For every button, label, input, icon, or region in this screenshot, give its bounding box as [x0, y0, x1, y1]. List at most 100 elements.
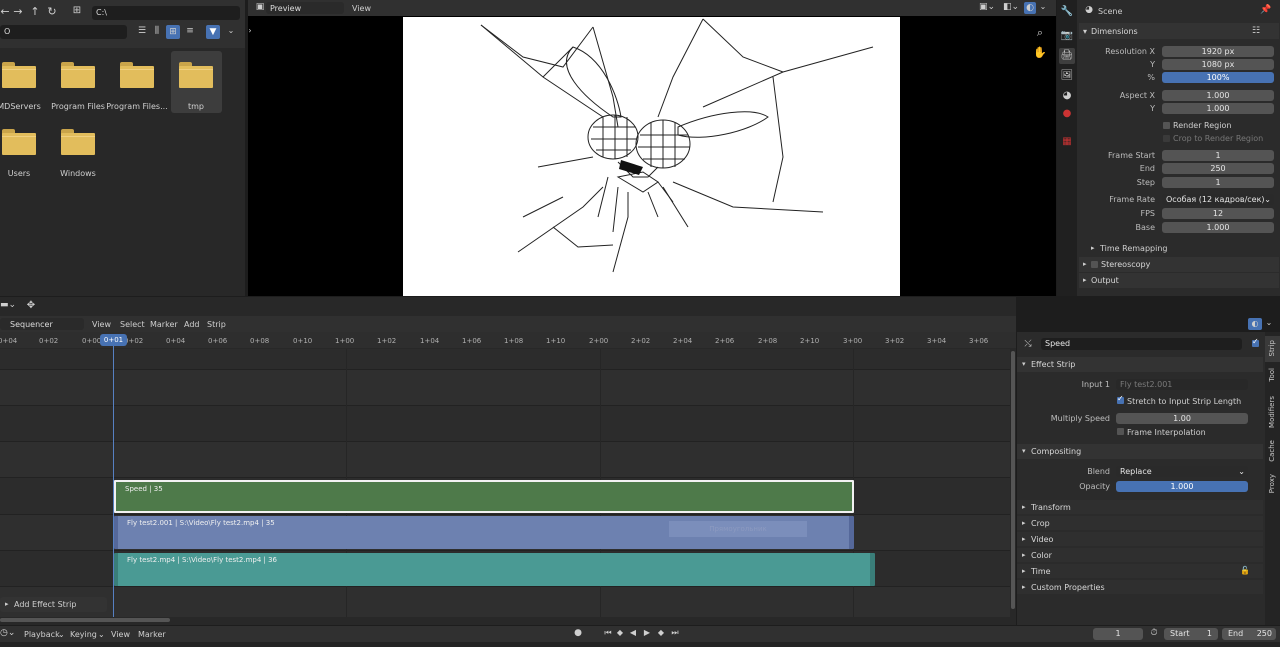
playhead-line[interactable] [113, 340, 114, 617]
filter-dropdown-icon[interactable]: ⌄ [225, 26, 237, 35]
movie-strip-fly-test2[interactable]: Fly test2.mp4 | S:\Video\Fly test2.mp4 |… [114, 553, 875, 586]
editor-type-icon[interactable]: ▬⌄ [0, 300, 16, 310]
refresh-icon[interactable]: ↻ [46, 5, 58, 18]
prev-keyframe-icon[interactable]: ◆ [615, 628, 625, 637]
record-icon[interactable]: ● [572, 628, 584, 638]
parent-dir-icon[interactable]: ↑ [29, 5, 41, 18]
tab-tool[interactable]: Tool [1268, 368, 1276, 382]
tool-settings-icon[interactable]: 🔧 [1060, 6, 1074, 17]
fps-field[interactable]: 12 [1162, 208, 1274, 219]
path-field[interactable]: C:\ [92, 6, 240, 20]
stretch-checkbox[interactable] [1117, 394, 1124, 404]
opacity-slider[interactable]: 1.000 [1116, 481, 1248, 492]
menu-marker[interactable]: Marker [138, 630, 166, 639]
menu-marker[interactable]: Marker [150, 320, 178, 329]
current-frame-field[interactable]: 1 [1093, 628, 1143, 640]
tab-cache[interactable]: Cache [1268, 440, 1276, 462]
display-mode-icon[interactable]: ▣⌄ [978, 2, 996, 12]
filter-icon[interactable]: ▼ [206, 25, 220, 39]
preview-view-menu[interactable]: View [352, 4, 371, 13]
start-frame-field[interactable]: Start 1 [1164, 628, 1218, 640]
sidebar-toggle-icon[interactable]: › [247, 26, 253, 35]
texture-icon[interactable]: ▦ [1060, 136, 1074, 147]
tweak-tool-icon[interactable]: ✥ [24, 300, 38, 311]
aspect-y-field[interactable]: 1.000 [1162, 103, 1274, 114]
frame-start-field[interactable]: 1 [1162, 150, 1274, 161]
resolution-y-field[interactable]: 1080 px [1162, 59, 1274, 70]
menu-view[interactable]: View [92, 320, 111, 329]
strip-name-field[interactable]: Speed [1041, 338, 1242, 350]
speed-effect-strip[interactable]: Speed | 35 [114, 480, 854, 513]
world-icon[interactable]: ● [1060, 108, 1074, 119]
list-view-icon[interactable]: ☰ [135, 26, 149, 36]
menu-strip[interactable]: Strip [207, 320, 226, 329]
timeline-editor-icon[interactable]: ◷⌄ [0, 628, 15, 638]
search-input[interactable]: O [0, 25, 127, 39]
time-panel-header[interactable] [1017, 564, 1263, 578]
folder-item-tmp[interactable]: tmp [171, 51, 222, 113]
tab-modifiers[interactable]: Modifiers [1268, 396, 1276, 428]
forward-arrow-icon[interactable]: → [12, 5, 24, 18]
overlay-dropdown-icon[interactable]: ⌄ [1038, 2, 1048, 11]
aspect-x-field[interactable]: 1.000 [1162, 90, 1274, 101]
multiply-speed-field[interactable]: 1.00 [1116, 413, 1248, 424]
menu-view[interactable]: View [111, 630, 130, 639]
stopwatch-icon[interactable]: ⏱ [1148, 628, 1160, 638]
time-remapping-subpanel[interactable]: Time Remapping [1100, 244, 1167, 253]
frame-rate-dropdown[interactable]: Особая (12 кадров/сек) ⌄ [1162, 194, 1274, 205]
output-icon[interactable]: 🖨 [1059, 48, 1075, 64]
zoom-icon[interactable]: ⌕ [1033, 26, 1047, 40]
presets-icon[interactable]: ☷ [1250, 26, 1262, 36]
base-field[interactable]: 1.000 [1162, 222, 1274, 233]
menu-select[interactable]: Select [120, 320, 145, 329]
jump-end-icon[interactable]: ⏭ [670, 628, 680, 638]
end-frame-field[interactable]: End 250 [1222, 628, 1276, 640]
resolution-x-field[interactable]: 1920 px [1162, 46, 1274, 57]
render-icon[interactable]: 📷 [1060, 30, 1074, 41]
resolution-percent-field[interactable]: 100% [1162, 72, 1274, 83]
menu-keying[interactable]: Keying [70, 630, 97, 639]
frame-interpolation-checkbox[interactable] [1117, 428, 1124, 435]
color-panel-header[interactable] [1017, 548, 1263, 562]
sort-icon[interactable]: ≡ [183, 26, 197, 36]
play-icon[interactable]: ▶ [642, 628, 652, 637]
thumbnail-view-icon[interactable]: ⊞ [166, 25, 180, 39]
frame-end-field[interactable]: 250 [1162, 163, 1274, 174]
menu-add[interactable]: Add [184, 320, 200, 329]
crop-region-checkbox[interactable] [1163, 135, 1170, 142]
sequencer-mode-dropdown[interactable]: Sequencer [0, 318, 84, 330]
menu-playback[interactable]: Playback [24, 630, 60, 639]
play-reverse-icon[interactable]: ◀ [628, 628, 638, 637]
view-options-dropdown-icon[interactable]: ⌄ [1264, 318, 1274, 327]
crop-panel-header[interactable] [1017, 516, 1263, 530]
overlay-icon[interactable]: ◐ [1024, 2, 1036, 14]
horizontal-scrollbar[interactable] [0, 618, 170, 622]
stereoscopy-checkbox[interactable] [1091, 261, 1098, 268]
view-options-icon[interactable]: ◐ [1248, 318, 1262, 330]
view-layer-icon[interactable]: 🖼 [1060, 70, 1074, 81]
render-region-checkbox[interactable] [1163, 122, 1170, 129]
tab-proxy[interactable]: Proxy [1268, 474, 1276, 493]
vertical-scrollbar[interactable] [1011, 351, 1015, 609]
scene-icon[interactable]: ◕ [1060, 90, 1074, 101]
preview-mode-dropdown[interactable]: Preview [266, 2, 344, 14]
playhead-frame-indicator[interactable]: 0+01 [100, 334, 127, 346]
collapse-arrow-icon: ▾ [1022, 360, 1026, 368]
frame-step-field[interactable]: 1 [1162, 177, 1274, 188]
columns-view-icon[interactable]: ⫼ [150, 26, 164, 36]
pin-icon[interactable]: 📌 [1260, 5, 1272, 15]
pan-hand-icon[interactable]: ✋ [1033, 46, 1047, 59]
add-effect-strip-panel[interactable]: ▸ Add Effect Strip [0, 597, 107, 612]
folder-icon [2, 129, 36, 155]
back-arrow-icon[interactable]: ← [0, 5, 10, 18]
blend-dropdown[interactable]: Replace ⌄ [1116, 466, 1248, 477]
video-panel-header[interactable] [1017, 532, 1263, 546]
next-keyframe-icon[interactable]: ◆ [656, 628, 666, 637]
new-folder-icon[interactable]: ⊞ [70, 5, 84, 16]
lock-icon[interactable]: 🔓 [1240, 566, 1250, 575]
jump-start-icon[interactable]: ⏮ [603, 628, 613, 638]
editor-type-icon[interactable]: ▣ [254, 2, 266, 12]
channel-icon[interactable]: ◧⌄ [1002, 2, 1020, 12]
strip-mute-checkbox[interactable] [1252, 337, 1259, 347]
input1-field[interactable]: Fly test2.001 [1116, 379, 1248, 390]
